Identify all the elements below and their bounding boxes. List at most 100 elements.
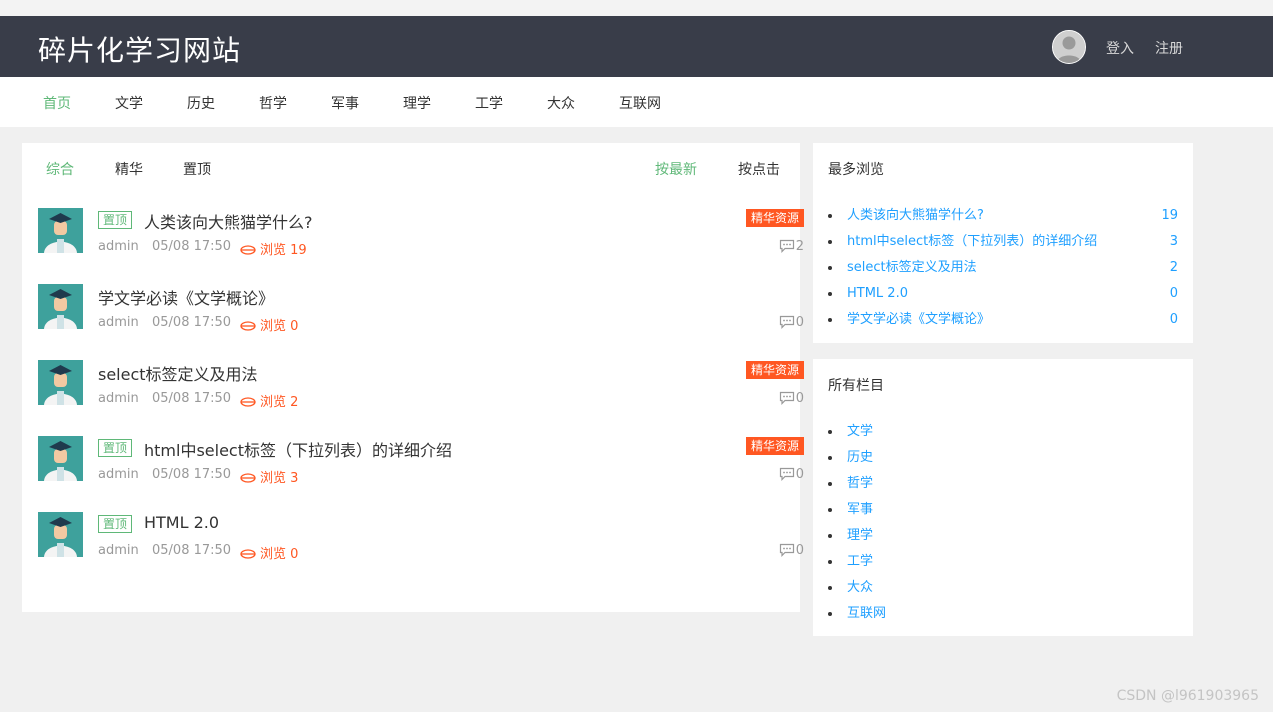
most-viewed-link[interactable]: html中select标签（下拉列表）的详细介绍 [847,229,1097,255]
author-avatar-icon[interactable] [38,436,83,481]
post-time: 05/08 17:50 [152,467,232,482]
post-title[interactable]: html中select标签（下拉列表）的详细介绍 [144,437,452,461]
list-item[interactable]: 工学 [828,549,1178,575]
post-author[interactable]: admin [98,315,139,330]
view-count: 19 [1161,208,1178,223]
login-link[interactable]: 登入 [1106,38,1134,58]
post-author[interactable]: admin [98,467,139,482]
categories-list: 文学 历史 哲学 军事 理学 工学 大众 互联网 [828,419,1178,627]
post-views-text: 浏览 0 [260,319,299,334]
post-comments-count: 2 [795,239,804,254]
nav-item-popular[interactable]: 大众 [547,93,575,113]
eye-icon [240,549,256,559]
list-item[interactable]: 哲学 [828,471,1178,497]
most-viewed-link[interactable]: 人类该向大熊猫学什么? [847,203,984,229]
bullet-dot [828,214,832,218]
post-list-panel: 综合 精华 置顶 按最新 按点击 置顶 人类该向大熊猫学什么? 精华资源 adm… [22,143,804,612]
list-item[interactable]: 互联网 [828,601,1178,627]
category-link[interactable]: 理学 [847,523,873,549]
most-viewed-panel: 最多浏览 人类该向大熊猫学什么? 19 html中select标签（下拉列表）的详… [813,143,1193,343]
post-item: select标签定义及用法 精华资源 admin 05/08 17:50 浏览 … [38,360,804,420]
post-title[interactable]: select标签定义及用法 [98,361,258,385]
nav-item-home[interactable]: 首页 [43,93,71,113]
author-avatar-icon[interactable] [38,512,83,557]
post-author[interactable]: admin [98,239,139,254]
most-viewed-link[interactable]: select标签定义及用法 [847,255,977,281]
top-strip [0,0,1273,16]
user-avatar-icon[interactable] [1052,30,1086,64]
post-title[interactable]: 学文学必读《文学概论》 [98,285,274,309]
post-comments[interactable]: 2 [779,239,804,254]
category-link[interactable]: 军事 [847,497,873,523]
sort-clicks[interactable]: 按点击 [738,159,780,179]
category-link[interactable]: 哲学 [847,471,873,497]
most-viewed-link[interactable]: HTML 2.0 [847,281,908,307]
tab-essence[interactable]: 精华 [115,159,143,179]
bullet-dot [828,292,832,296]
tab-top[interactable]: 置顶 [183,159,211,179]
category-link[interactable]: 工学 [847,549,873,575]
post-views-text: 浏览 19 [260,243,307,258]
list-item[interactable]: 历史 [828,445,1178,471]
post-comments[interactable]: 0 [779,391,804,406]
category-link[interactable]: 互联网 [847,601,886,627]
post-views: 浏览 0 [240,315,298,334]
author-avatar-icon[interactable] [38,360,83,405]
author-avatar-icon[interactable] [38,208,83,253]
list-item[interactable]: HTML 2.0 0 [828,281,1178,307]
post-views: 浏览 0 [240,543,298,562]
post-author[interactable]: admin [98,391,139,406]
post-comments[interactable]: 0 [779,315,804,330]
top-badge: 置顶 [98,439,133,457]
most-viewed-list: 人类该向大熊猫学什么? 19 html中select标签（下拉列表）的详细介绍 3 … [828,203,1178,333]
list-item[interactable]: html中select标签（下拉列表）的详细介绍 3 [828,229,1178,255]
top-badge: 置顶 [98,211,133,229]
list-item[interactable]: 学文学必读《文学概论》 0 [828,307,1178,333]
nav-item-philosophy[interactable]: 哲学 [259,93,287,113]
comment-icon [779,543,794,557]
list-item[interactable]: select标签定义及用法 2 [828,255,1178,281]
site-logo[interactable]: 碎片化学习网站 [38,29,241,69]
post-title[interactable]: 人类该向大熊猫学什么? [144,209,313,233]
bullet-dot [828,240,832,244]
register-link[interactable]: 注册 [1155,38,1183,58]
most-viewed-title: 最多浏览 [828,162,884,178]
main-nav: 首页 文学 历史 哲学 军事 理学 工学 大众 互联网 [0,77,1273,127]
post-views: 浏览 19 [240,239,307,258]
eye-icon [240,473,256,483]
most-viewed-link[interactable]: 学文学必读《文学概论》 [847,307,990,333]
bullet-dot [828,560,832,564]
post-author[interactable]: admin [98,543,139,558]
category-link[interactable]: 大众 [847,575,873,601]
post-views-text: 浏览 3 [260,471,299,486]
top-badge: 置顶 [98,515,133,533]
view-count: 0 [1169,312,1178,327]
nav-item-science[interactable]: 理学 [403,93,431,113]
list-item[interactable]: 军事 [828,497,1178,523]
post-comments-count: 0 [795,543,804,558]
category-link[interactable]: 历史 [847,445,873,471]
list-item[interactable]: 大众 [828,575,1178,601]
nav-item-military[interactable]: 军事 [331,93,359,113]
tab-all[interactable]: 综合 [46,159,74,179]
bullet-dot [828,482,832,486]
author-avatar-icon[interactable] [38,284,83,329]
post-comments-count: 0 [795,467,804,482]
list-item[interactable]: 理学 [828,523,1178,549]
bullet-dot [828,586,832,590]
post-comments[interactable]: 0 [779,467,804,482]
nav-item-history[interactable]: 历史 [187,93,215,113]
essence-badge: 精华资源 [745,209,804,227]
bullet-dot [828,430,832,434]
nav-item-engineering[interactable]: 工学 [475,93,503,113]
nav-item-internet[interactable]: 互联网 [619,93,661,113]
sort-latest[interactable]: 按最新 [655,159,697,179]
post-title[interactable]: HTML 2.0 [144,513,219,532]
post-time: 05/08 17:50 [152,543,232,558]
category-link[interactable]: 文学 [847,419,873,445]
nav-item-literature[interactable]: 文学 [115,93,143,113]
post-comments[interactable]: 0 [779,543,804,558]
list-item[interactable]: 人类该向大熊猫学什么? 19 [828,203,1178,229]
eye-icon [240,397,256,407]
list-item[interactable]: 文学 [828,419,1178,445]
